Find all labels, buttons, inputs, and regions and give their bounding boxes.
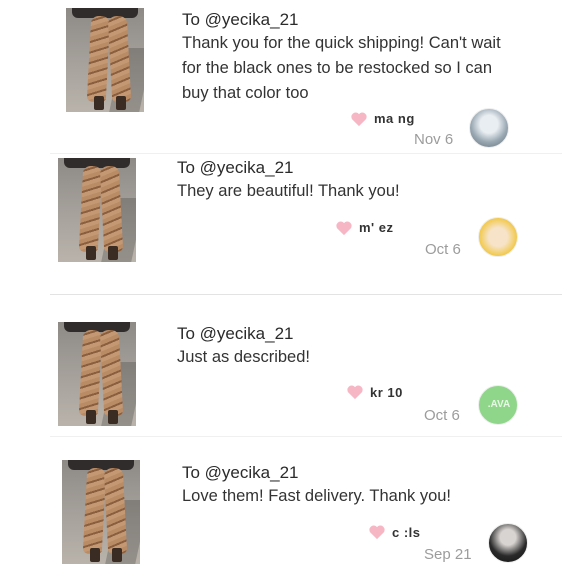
review-date: Sep 21 (424, 546, 472, 563)
review-message: They are beautiful! Thank you! (177, 182, 400, 200)
review-message: Love them! Fast delivery. Thank you! (182, 487, 452, 505)
user-avatar-cartoon-icon[interactable] (478, 217, 518, 257)
review-recipient: To @yecika_21 (177, 158, 294, 177)
divider (50, 294, 562, 295)
reviewer-username[interactable]: kr 10 (370, 385, 403, 400)
review-date: Oct 6 (425, 241, 461, 258)
user-avatar-dark-icon[interactable] (488, 523, 528, 563)
review-recipient: To @yecika_21 (177, 324, 294, 343)
product-thumbnail[interactable] (58, 322, 136, 426)
product-thumbnail[interactable] (66, 8, 144, 112)
reviewer-username[interactable]: c :ls (392, 525, 421, 540)
review-recipient: To @yecika_21 (182, 10, 299, 29)
user-avatar-photo-icon[interactable] (469, 108, 509, 148)
reviewer-username[interactable]: m' ez (359, 220, 394, 235)
review-recipient: To @yecika_21 (182, 463, 299, 482)
heart-icon[interactable] (350, 111, 368, 127)
review-date: Nov 6 (414, 131, 454, 148)
reviewer-username[interactable]: ma ng (374, 111, 415, 126)
review-message: Thank you for the quick shipping! Can't … (182, 34, 501, 102)
product-thumbnail[interactable] (58, 158, 136, 262)
review-message: Just as described! (177, 348, 310, 366)
divider (50, 436, 562, 437)
review-date: Oct 6 (424, 407, 460, 424)
user-avatar-green-icon[interactable]: .AVA (478, 385, 518, 425)
heart-icon[interactable] (368, 524, 386, 540)
heart-icon[interactable] (346, 384, 364, 400)
divider (50, 153, 562, 154)
heart-icon[interactable] (335, 220, 353, 236)
product-thumbnail[interactable] (62, 460, 140, 564)
